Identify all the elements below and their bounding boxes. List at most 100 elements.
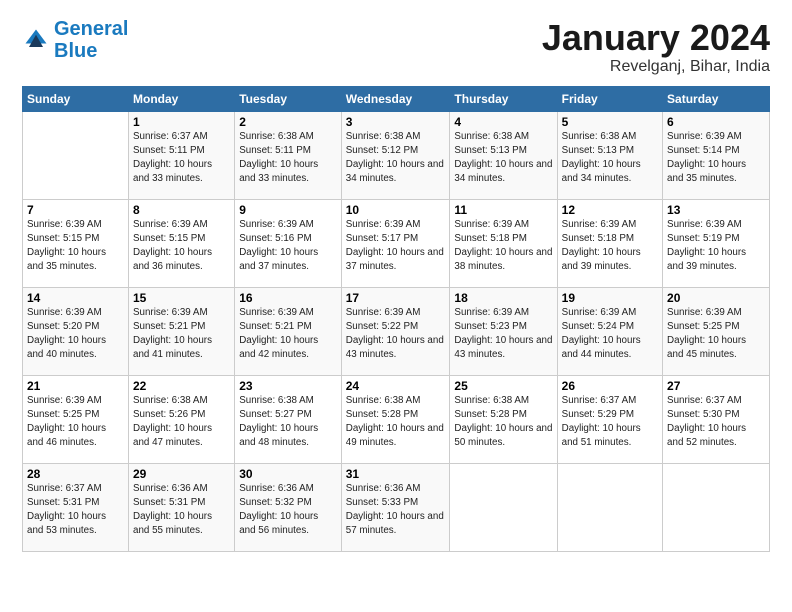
day-number: 6 (667, 115, 765, 129)
day-info: Sunrise: 6:37 AMSunset: 5:11 PMDaylight:… (133, 130, 230, 187)
calendar-cell: 22Sunrise: 6:38 AMSunset: 5:26 PMDayligh… (129, 375, 235, 463)
day-info: Sunrise: 6:38 AMSunset: 5:13 PMDaylight:… (562, 130, 658, 187)
day-info: Sunrise: 6:38 AMSunset: 5:28 PMDaylight:… (346, 394, 446, 451)
day-number: 13 (667, 203, 765, 217)
calendar-cell: 23Sunrise: 6:38 AMSunset: 5:27 PMDayligh… (235, 375, 342, 463)
col-thursday: Thursday (450, 86, 557, 111)
col-sunday: Sunday (23, 86, 129, 111)
calendar-cell (23, 111, 129, 199)
day-number: 12 (562, 203, 658, 217)
day-number: 25 (454, 379, 552, 393)
logo-line2: Blue (54, 40, 97, 62)
day-info: Sunrise: 6:39 AMSunset: 5:22 PMDaylight:… (346, 306, 446, 363)
header: General Blue January 2024 Revelganj, Bih… (22, 18, 770, 76)
calendar-cell: 28Sunrise: 6:37 AMSunset: 5:31 PMDayligh… (23, 463, 129, 551)
calendar-cell: 25Sunrise: 6:38 AMSunset: 5:28 PMDayligh… (450, 375, 557, 463)
calendar-table: Sunday Monday Tuesday Wednesday Thursday… (22, 86, 770, 552)
day-number: 2 (239, 115, 337, 129)
calendar-cell: 7Sunrise: 6:39 AMSunset: 5:15 PMDaylight… (23, 199, 129, 287)
calendar-cell: 4Sunrise: 6:38 AMSunset: 5:13 PMDaylight… (450, 111, 557, 199)
day-info: Sunrise: 6:39 AMSunset: 5:20 PMDaylight:… (27, 306, 124, 363)
calendar-cell: 11Sunrise: 6:39 AMSunset: 5:18 PMDayligh… (450, 199, 557, 287)
day-info: Sunrise: 6:39 AMSunset: 5:17 PMDaylight:… (346, 218, 446, 275)
day-info: Sunrise: 6:37 AMSunset: 5:29 PMDaylight:… (562, 394, 658, 451)
day-number: 7 (27, 203, 124, 217)
day-info: Sunrise: 6:39 AMSunset: 5:14 PMDaylight:… (667, 130, 765, 187)
logo: General Blue (22, 18, 128, 62)
col-monday: Monday (129, 86, 235, 111)
day-info: Sunrise: 6:38 AMSunset: 5:12 PMDaylight:… (346, 130, 446, 187)
day-info: Sunrise: 6:39 AMSunset: 5:18 PMDaylight:… (562, 218, 658, 275)
day-number: 8 (133, 203, 230, 217)
day-number: 11 (454, 203, 552, 217)
logo-icon (22, 26, 50, 54)
calendar-cell: 12Sunrise: 6:39 AMSunset: 5:18 PMDayligh… (557, 199, 662, 287)
calendar-cell: 30Sunrise: 6:36 AMSunset: 5:32 PMDayligh… (235, 463, 342, 551)
calendar-cell: 26Sunrise: 6:37 AMSunset: 5:29 PMDayligh… (557, 375, 662, 463)
location: Revelganj, Bihar, India (542, 58, 770, 76)
calendar-cell (663, 463, 770, 551)
day-info: Sunrise: 6:38 AMSunset: 5:28 PMDaylight:… (454, 394, 552, 451)
calendar-cell: 3Sunrise: 6:38 AMSunset: 5:12 PMDaylight… (341, 111, 450, 199)
month-title: January 2024 (542, 18, 770, 58)
calendar-cell: 18Sunrise: 6:39 AMSunset: 5:23 PMDayligh… (450, 287, 557, 375)
day-number: 22 (133, 379, 230, 393)
day-number: 15 (133, 291, 230, 305)
day-info: Sunrise: 6:38 AMSunset: 5:27 PMDaylight:… (239, 394, 337, 451)
page: General Blue January 2024 Revelganj, Bih… (0, 0, 792, 612)
day-info: Sunrise: 6:39 AMSunset: 5:25 PMDaylight:… (27, 394, 124, 451)
week-row-3: 21Sunrise: 6:39 AMSunset: 5:25 PMDayligh… (23, 375, 770, 463)
header-row: Sunday Monday Tuesday Wednesday Thursday… (23, 86, 770, 111)
logo-text: General Blue (54, 18, 128, 62)
day-number: 30 (239, 467, 337, 481)
day-number: 31 (346, 467, 446, 481)
calendar-cell: 15Sunrise: 6:39 AMSunset: 5:21 PMDayligh… (129, 287, 235, 375)
day-info: Sunrise: 6:39 AMSunset: 5:25 PMDaylight:… (667, 306, 765, 363)
day-number: 18 (454, 291, 552, 305)
day-number: 5 (562, 115, 658, 129)
day-number: 28 (27, 467, 124, 481)
day-info: Sunrise: 6:39 AMSunset: 5:23 PMDaylight:… (454, 306, 552, 363)
week-row-4: 28Sunrise: 6:37 AMSunset: 5:31 PMDayligh… (23, 463, 770, 551)
day-info: Sunrise: 6:36 AMSunset: 5:32 PMDaylight:… (239, 482, 337, 539)
day-info: Sunrise: 6:37 AMSunset: 5:30 PMDaylight:… (667, 394, 765, 451)
week-row-1: 7Sunrise: 6:39 AMSunset: 5:15 PMDaylight… (23, 199, 770, 287)
col-friday: Friday (557, 86, 662, 111)
calendar-cell: 19Sunrise: 6:39 AMSunset: 5:24 PMDayligh… (557, 287, 662, 375)
day-number: 17 (346, 291, 446, 305)
day-info: Sunrise: 6:39 AMSunset: 5:18 PMDaylight:… (454, 218, 552, 275)
calendar-cell: 1Sunrise: 6:37 AMSunset: 5:11 PMDaylight… (129, 111, 235, 199)
calendar-cell: 6Sunrise: 6:39 AMSunset: 5:14 PMDaylight… (663, 111, 770, 199)
logo-line1: General (54, 18, 128, 40)
week-row-2: 14Sunrise: 6:39 AMSunset: 5:20 PMDayligh… (23, 287, 770, 375)
calendar-cell: 14Sunrise: 6:39 AMSunset: 5:20 PMDayligh… (23, 287, 129, 375)
day-number: 3 (346, 115, 446, 129)
day-info: Sunrise: 6:39 AMSunset: 5:21 PMDaylight:… (133, 306, 230, 363)
day-info: Sunrise: 6:38 AMSunset: 5:13 PMDaylight:… (454, 130, 552, 187)
day-info: Sunrise: 6:36 AMSunset: 5:33 PMDaylight:… (346, 482, 446, 539)
day-info: Sunrise: 6:39 AMSunset: 5:15 PMDaylight:… (27, 218, 124, 275)
col-tuesday: Tuesday (235, 86, 342, 111)
day-number: 4 (454, 115, 552, 129)
calendar-cell: 9Sunrise: 6:39 AMSunset: 5:16 PMDaylight… (235, 199, 342, 287)
day-info: Sunrise: 6:38 AMSunset: 5:26 PMDaylight:… (133, 394, 230, 451)
day-info: Sunrise: 6:39 AMSunset: 5:16 PMDaylight:… (239, 218, 337, 275)
calendar-cell: 10Sunrise: 6:39 AMSunset: 5:17 PMDayligh… (341, 199, 450, 287)
calendar-cell: 31Sunrise: 6:36 AMSunset: 5:33 PMDayligh… (341, 463, 450, 551)
day-number: 24 (346, 379, 446, 393)
day-number: 14 (27, 291, 124, 305)
day-info: Sunrise: 6:39 AMSunset: 5:15 PMDaylight:… (133, 218, 230, 275)
day-number: 9 (239, 203, 337, 217)
week-row-0: 1Sunrise: 6:37 AMSunset: 5:11 PMDaylight… (23, 111, 770, 199)
day-info: Sunrise: 6:39 AMSunset: 5:24 PMDaylight:… (562, 306, 658, 363)
day-info: Sunrise: 6:39 AMSunset: 5:19 PMDaylight:… (667, 218, 765, 275)
day-info: Sunrise: 6:39 AMSunset: 5:21 PMDaylight:… (239, 306, 337, 363)
day-number: 16 (239, 291, 337, 305)
calendar-cell: 21Sunrise: 6:39 AMSunset: 5:25 PMDayligh… (23, 375, 129, 463)
title-block: January 2024 Revelganj, Bihar, India (542, 18, 770, 76)
day-info: Sunrise: 6:37 AMSunset: 5:31 PMDaylight:… (27, 482, 124, 539)
day-number: 21 (27, 379, 124, 393)
day-number: 10 (346, 203, 446, 217)
calendar-cell: 13Sunrise: 6:39 AMSunset: 5:19 PMDayligh… (663, 199, 770, 287)
day-info: Sunrise: 6:36 AMSunset: 5:31 PMDaylight:… (133, 482, 230, 539)
